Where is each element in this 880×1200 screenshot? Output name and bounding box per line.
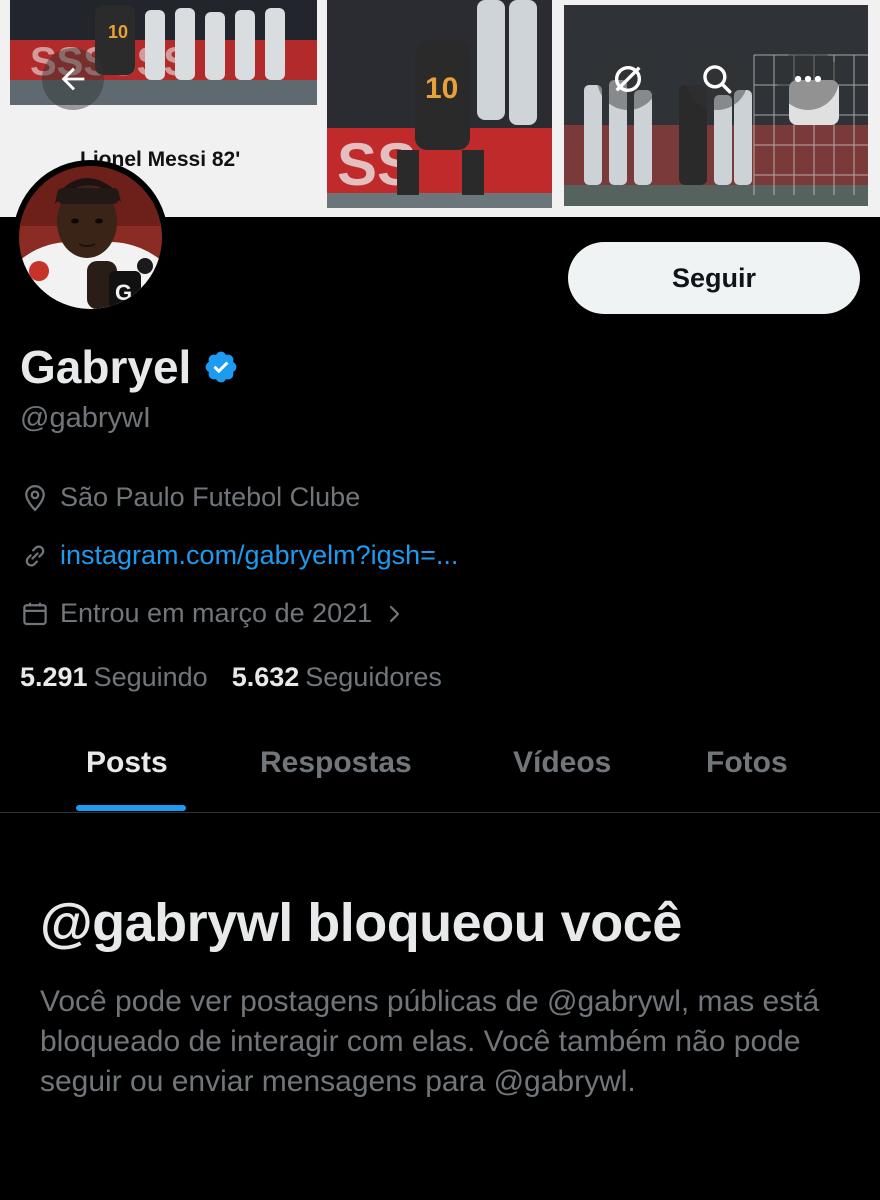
tab-respostas[interactable]: Respostas <box>260 746 412 780</box>
svg-text:10: 10 <box>108 22 128 42</box>
website-link[interactable]: instagram.com/gabryelm?igsh=... <box>60 540 458 571</box>
blocked-title: @gabrywl bloqueou você <box>40 893 682 953</box>
chevron-right-icon <box>390 605 400 622</box>
grok-icon <box>614 65 642 93</box>
calendar-icon <box>23 602 47 625</box>
tab-videos[interactable]: Vídeos <box>513 746 611 780</box>
profile-tabs: Posts Respostas Vídeos Fotos <box>0 720 880 813</box>
website-row[interactable]: instagram.com/gabryelm?igsh=... <box>20 540 458 571</box>
joined-text: Entrou em março de 2021 <box>60 598 373 628</box>
location-pin-icon <box>25 484 45 511</box>
avatar-photo: G <box>19 166 162 309</box>
joined-row[interactable]: Entrou em março de 2021 <box>20 598 406 629</box>
following-count: 5.291 <box>20 662 88 692</box>
link-icon <box>25 544 45 567</box>
location-text: São Paulo Futebol Clube <box>60 482 361 512</box>
back-button[interactable] <box>42 48 104 110</box>
active-tab-indicator <box>76 805 186 811</box>
followers-label: Seguidores <box>305 662 442 692</box>
search-icon <box>703 65 732 94</box>
search-button[interactable] <box>686 48 748 110</box>
back-arrow-icon <box>61 67 85 91</box>
follow-counts: 5.291 Seguindo 5.632 Seguidores <box>20 662 442 693</box>
verified-badge-icon[interactable] <box>203 349 239 385</box>
grok-button[interactable] <box>597 48 659 110</box>
display-name-row: Gabryel <box>20 340 239 394</box>
banner-photo-2: SS 10 <box>327 0 552 208</box>
tab-fotos[interactable]: Fotos <box>706 746 788 780</box>
blocked-message: Você pode ver postagens públicas de @gab… <box>40 985 820 1098</box>
following-link[interactable]: 5.291 Seguindo <box>20 662 208 693</box>
location-row: São Paulo Futebol Clube <box>20 482 360 513</box>
handle: @gabrywI <box>20 402 151 434</box>
followers-link[interactable]: 5.632 Seguidores <box>232 662 442 693</box>
follow-button[interactable]: Seguir <box>568 242 860 314</box>
following-label: Seguindo <box>93 662 208 692</box>
avatar[interactable]: G <box>13 160 168 315</box>
svg-text:G: G <box>115 280 132 305</box>
more-icon <box>794 75 822 83</box>
svg-text:10: 10 <box>425 72 458 105</box>
followers-count: 5.632 <box>231 662 300 692</box>
more-button[interactable] <box>777 48 839 110</box>
tab-posts[interactable]: Posts <box>86 746 168 780</box>
display-name: Gabryel <box>20 341 192 393</box>
